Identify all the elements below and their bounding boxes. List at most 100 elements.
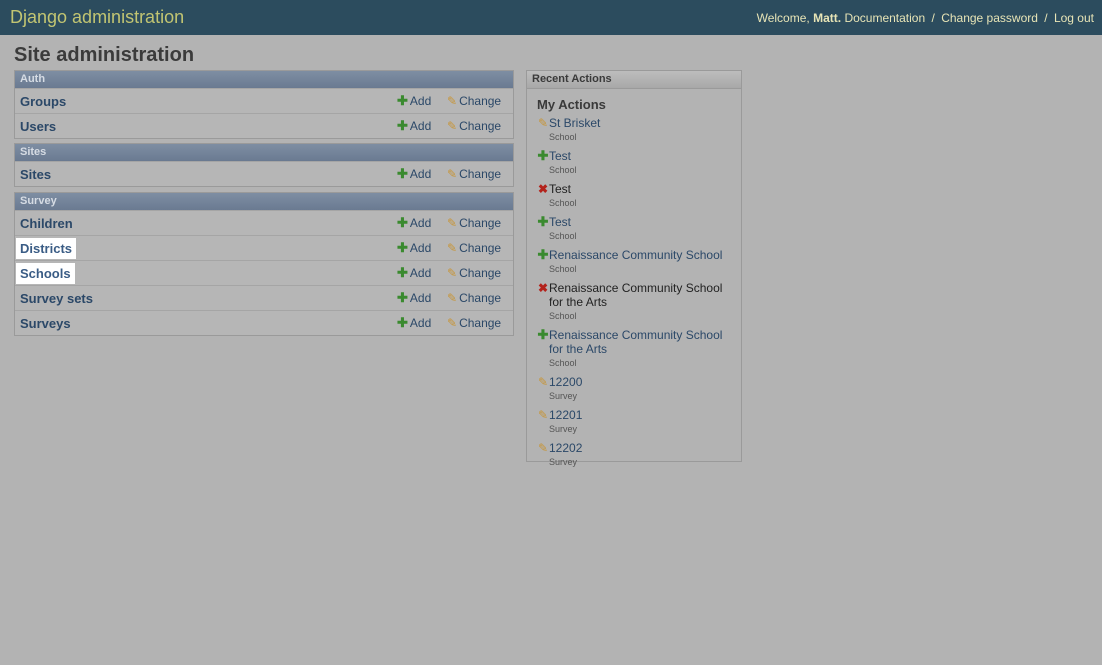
recent-action-type: Survey — [549, 424, 578, 434]
module-survey: Survey Children ✚ Add ✎ Change Districts ✚… — [14, 192, 514, 336]
change-sites-link[interactable]: ✎ Change — [447, 167, 501, 181]
my-actions-heading: My Actions — [537, 97, 606, 112]
recent-action-item: ✖ Test School — [537, 182, 741, 212]
recent-action-item: ✎ 12200 Survey — [537, 375, 741, 405]
model-link-districts[interactable]: Districts — [16, 237, 77, 259]
plus-icon: ✚ — [537, 214, 549, 229]
recent-action-item: ✎ 12202 Survey — [537, 441, 741, 471]
pencil-icon: ✎ — [537, 441, 549, 455]
change-survey-sets-link[interactable]: ✎ Change — [447, 291, 501, 305]
recent-actions-caption: Recent Actions — [527, 71, 741, 89]
recent-action-title[interactable]: 12201 — [549, 408, 724, 422]
recent-action-title[interactable]: St Brisket — [549, 116, 724, 130]
change-surveys-link[interactable]: ✎ Change — [447, 316, 501, 330]
pencil-icon: ✎ — [537, 375, 549, 389]
model-row-districts: Districts ✚ Add ✎ Change — [15, 235, 513, 260]
pencil-icon: ✎ — [537, 408, 549, 422]
change-children-link[interactable]: ✎ Change — [447, 216, 501, 230]
recent-action-type: Survey — [549, 457, 578, 467]
add-users-link[interactable]: ✚ Add — [397, 118, 431, 134]
module-caption[interactable]: Sites — [15, 144, 513, 161]
pencil-icon: ✎ — [447, 266, 458, 280]
model-link-survey-sets[interactable]: Survey sets — [20, 291, 93, 306]
pencil-icon: ✎ — [447, 119, 458, 133]
add-children-link[interactable]: ✚ Add — [397, 215, 431, 231]
model-row-groups: Groups ✚ Add ✎ Change — [15, 88, 513, 113]
plus-icon: ✚ — [397, 315, 408, 330]
model-link-groups[interactable]: Groups — [20, 94, 66, 109]
module-sites: Sites Sites ✚ Add ✎ Change — [14, 143, 514, 187]
plus-icon: ✚ — [397, 240, 408, 255]
plus-icon: ✚ — [397, 93, 408, 108]
model-row-schools: Schools ✚ Add ✎ Change — [15, 260, 513, 285]
header-bar: Django administration Welcome, Matt. Doc… — [0, 0, 1102, 35]
recent-action-title[interactable]: Test — [549, 215, 724, 229]
module-auth: Auth Groups ✚ Add ✎ Change Users ✚ Add ✎ Cha… — [14, 70, 514, 139]
recent-action-item: ✚ Test School — [537, 149, 741, 179]
change-groups-link[interactable]: ✎ Change — [447, 94, 501, 108]
model-link-users[interactable]: Users — [20, 119, 56, 134]
plus-icon: ✚ — [397, 166, 408, 181]
pencil-icon: ✎ — [537, 116, 549, 130]
recent-action-title: Renaissance Community School for the Art… — [549, 281, 723, 309]
plus-icon: ✚ — [537, 247, 549, 262]
recent-action-title[interactable]: Renaissance Community School — [549, 248, 724, 262]
add-survey-sets-link[interactable]: ✚ Add — [397, 290, 431, 306]
add-sites-link[interactable]: ✚ Add — [397, 166, 431, 182]
recent-action-title: Test — [549, 182, 572, 196]
recent-action-item: ✎ 12201 Survey — [537, 408, 741, 438]
recent-actions-list: ✎ St Brisket School ✚ Test School ✖ Test School ✚… — [527, 116, 741, 471]
model-link-schools[interactable]: Schools — [16, 262, 75, 284]
recent-action-title[interactable]: 12202 — [549, 441, 724, 455]
add-districts-link[interactable]: ✚ Add — [397, 240, 431, 256]
recent-action-item: ✚ Renaissance Community School School — [537, 248, 741, 278]
model-row-children: Children ✚ Add ✎ Change — [15, 210, 513, 235]
recent-action-type: School — [549, 264, 577, 274]
logout-link[interactable]: Log out — [1054, 11, 1094, 25]
recent-action-title[interactable]: Test — [549, 149, 724, 163]
model-row-sites: Sites ✚ Add ✎ Change — [15, 161, 513, 186]
plus-icon: ✚ — [397, 118, 408, 133]
module-caption[interactable]: Survey — [15, 193, 513, 210]
model-row-users: Users ✚ Add ✎ Change — [15, 113, 513, 138]
separator: / — [931, 10, 935, 25]
add-surveys-link[interactable]: ✚ Add — [397, 315, 431, 331]
username: Matt. — [813, 10, 842, 25]
model-link-surveys[interactable]: Surveys — [20, 316, 71, 331]
recent-action-type: School — [549, 165, 577, 175]
page-title: Site administration — [14, 44, 195, 66]
pencil-icon: ✎ — [447, 316, 458, 330]
recent-action-title[interactable]: 12200 — [549, 375, 724, 389]
user-tools: Welcome, Matt. Documentation / Change pa… — [757, 11, 1094, 25]
recent-action-item: ✎ St Brisket School — [537, 116, 741, 146]
plus-icon: ✚ — [397, 290, 408, 305]
model-row-surveys: Surveys ✚ Add ✎ Change — [15, 310, 513, 335]
welcome-text: Welcome, — [756, 10, 810, 25]
change-users-link[interactable]: ✎ Change — [447, 119, 501, 133]
module-caption[interactable]: Auth — [15, 71, 513, 88]
pencil-icon: ✎ — [447, 216, 458, 230]
add-groups-link[interactable]: ✚ Add — [397, 93, 431, 109]
model-row-survey-sets: Survey sets ✚ Add ✎ Change — [15, 285, 513, 310]
recent-action-item: ✚ Renaissance Community School for the Ar… — [537, 328, 741, 372]
recent-action-type: School — [549, 198, 577, 208]
plus-icon: ✚ — [537, 148, 549, 163]
add-schools-link[interactable]: ✚ Add — [397, 265, 431, 281]
model-link-sites[interactable]: Sites — [20, 167, 51, 182]
pencil-icon: ✎ — [447, 241, 458, 255]
separator: / — [1044, 10, 1048, 25]
recent-action-title[interactable]: Renaissance Community School for the Art… — [549, 328, 724, 356]
model-link-children[interactable]: Children — [20, 216, 73, 231]
pencil-icon: ✎ — [447, 94, 458, 108]
site-name[interactable]: Django administration — [10, 7, 184, 28]
plus-icon: ✚ — [397, 215, 408, 230]
pencil-icon: ✎ — [447, 167, 458, 181]
recent-action-item: ✚ Test School — [537, 215, 741, 245]
plus-icon: ✚ — [397, 265, 408, 280]
plus-icon: ✚ — [537, 327, 549, 342]
change-schools-link[interactable]: ✎ Change — [447, 266, 501, 280]
documentation-link[interactable]: Documentation — [844, 11, 925, 25]
change-districts-link[interactable]: ✎ Change — [447, 241, 501, 255]
change-password-link[interactable]: Change password — [941, 11, 1038, 25]
x-icon: ✖ — [537, 281, 549, 295]
